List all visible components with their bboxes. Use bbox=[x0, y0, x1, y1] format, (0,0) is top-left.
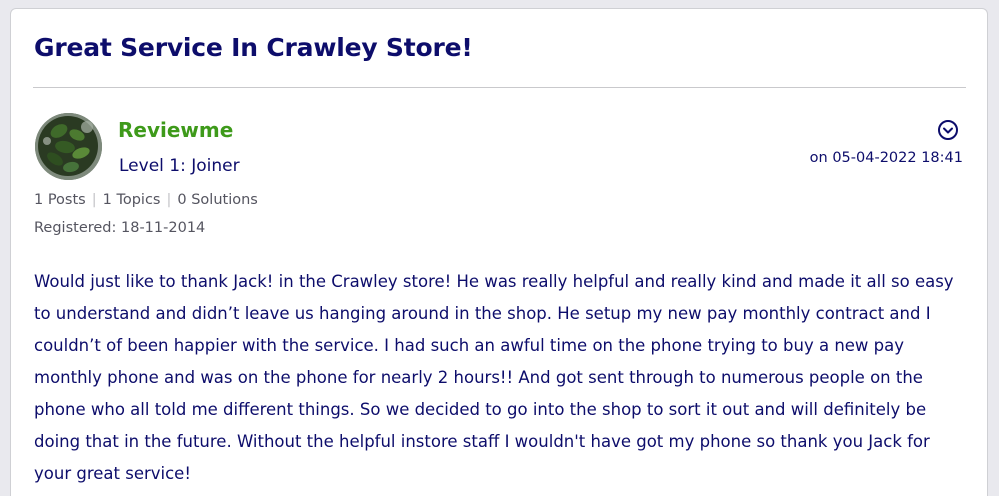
chevron-down-circle-icon bbox=[938, 120, 958, 140]
post-date: on 05-04-2022 18:41 bbox=[809, 150, 963, 166]
author-rank: Level 1: Joiner bbox=[119, 156, 240, 176]
solutions-count[interactable]: 0 Solutions bbox=[177, 192, 257, 208]
stats-separator: | bbox=[166, 192, 172, 208]
author-stats: 1 Posts | 1 Topics | 0 Solutions bbox=[34, 192, 258, 208]
topics-count[interactable]: 1 Topics bbox=[103, 192, 161, 208]
avatar[interactable] bbox=[35, 113, 102, 180]
post-body: Would just like to thank Jack! in the Cr… bbox=[34, 272, 954, 483]
registered-date: Registered: 18-11-2014 bbox=[34, 220, 206, 236]
posts-count[interactable]: 1 Posts bbox=[34, 192, 86, 208]
avatar-plant-photo-icon bbox=[35, 113, 102, 180]
stats-separator: | bbox=[91, 192, 97, 208]
post-card: Great Service In Crawley Store! Reviewme… bbox=[10, 8, 988, 496]
post-title: Great Service In Crawley Store! bbox=[34, 33, 473, 62]
author-username[interactable]: Reviewme bbox=[118, 118, 233, 142]
title-divider bbox=[33, 87, 966, 88]
post-options-button[interactable] bbox=[937, 119, 959, 141]
